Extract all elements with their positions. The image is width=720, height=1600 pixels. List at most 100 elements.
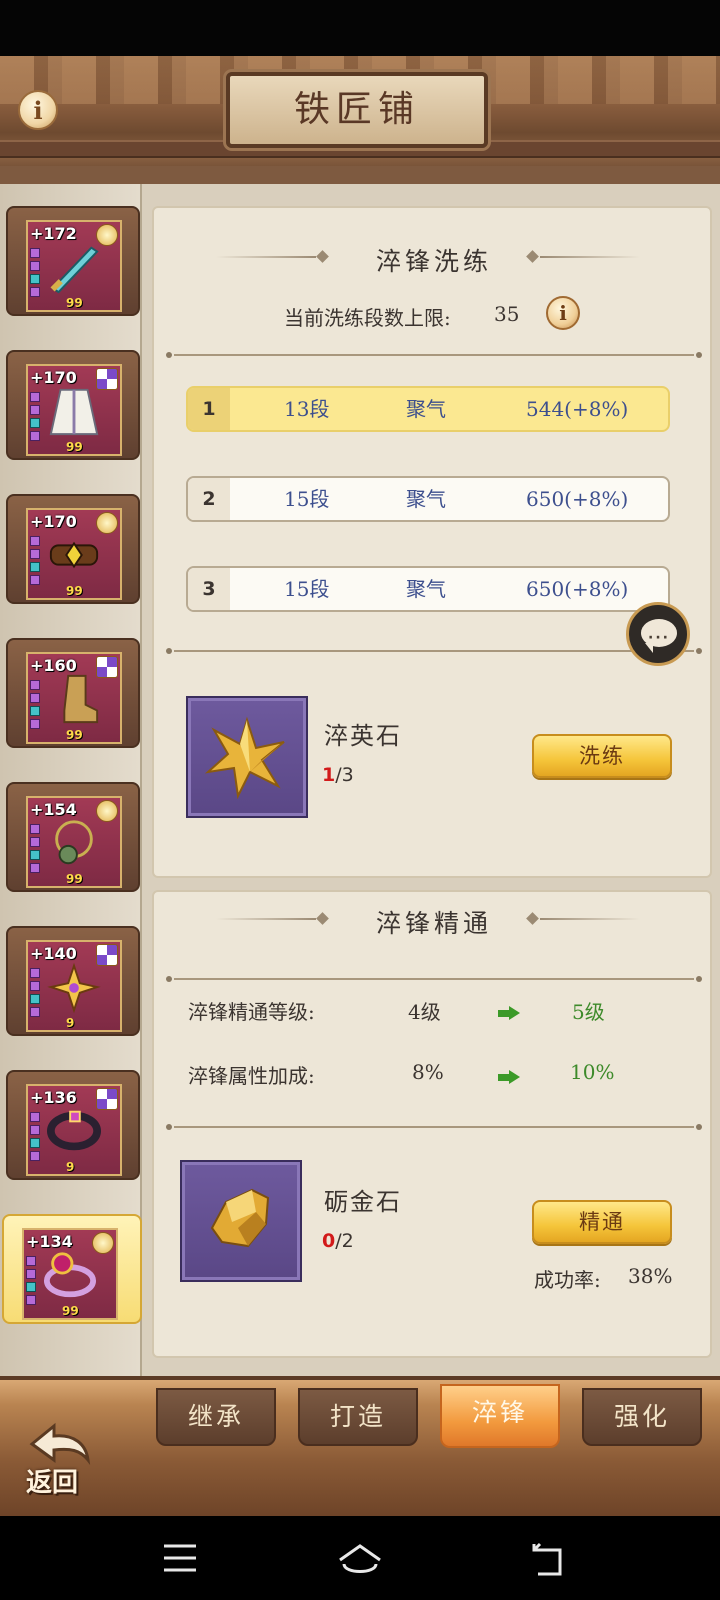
equipment-icon: +154 99: [26, 796, 122, 888]
gem-sockets: [30, 680, 40, 732]
equipment-icon: +140 9: [26, 940, 122, 1032]
equipment-slot-1[interactable]: +172 99: [6, 206, 140, 316]
row-segments: 13段: [284, 397, 330, 421]
info-button[interactable]: i: [18, 90, 58, 130]
refine-row-3[interactable]: 3 15段 聚气 650(+8%): [186, 566, 670, 612]
equipment-level: +160: [30, 656, 77, 675]
success-rate-label: 成功率:: [534, 1268, 601, 1292]
equipment-slot-8[interactable]: +134 99: [2, 1214, 142, 1324]
mastery-material-name: 砺金石: [324, 1188, 402, 1216]
arrow-right-icon: [498, 1006, 520, 1020]
gem-badge-icon: [96, 944, 118, 966]
refine-panel: 淬锋洗练 当前洗练段数上限: 35 i 1 13段 聚气 544(+8%) 2 …: [152, 206, 712, 878]
equipment-level: +136: [30, 1088, 77, 1107]
limit-value: 35: [494, 302, 520, 326]
back-label: 返回: [26, 1468, 79, 1498]
refine-row-2[interactable]: 2 15段 聚气 650(+8%): [186, 476, 670, 522]
refine-row-1[interactable]: 1 13段 聚气 544(+8%): [186, 386, 670, 432]
gem-badge-icon: [96, 1088, 118, 1110]
tab-temper[interactable]: 淬锋: [440, 1384, 560, 1448]
row-number: 3: [188, 568, 230, 610]
equipment-slot-3[interactable]: +170 99: [6, 494, 140, 604]
refine-button[interactable]: 洗练: [532, 734, 672, 778]
gem-sockets: [30, 1112, 40, 1164]
equipment-icon: +160 99: [26, 652, 122, 744]
menu-icon[interactable]: [156, 1534, 204, 1582]
equipment-slot-4[interactable]: +160 99: [6, 638, 140, 748]
refine-material-have: 1: [322, 764, 336, 786]
divider: [166, 976, 702, 982]
gem-badge-icon: [96, 656, 118, 678]
ring-icon: [43, 1252, 97, 1298]
gem-sockets: [30, 968, 40, 1020]
mastery-material-need: /2: [335, 1230, 354, 1252]
row-value: 650(+8%): [526, 577, 629, 601]
tab-enhance[interactable]: 强化: [582, 1388, 702, 1446]
mastery-bonus-from: 8%: [412, 1060, 444, 1084]
success-rate-value: 38%: [628, 1264, 673, 1288]
row-value: 544(+8%): [526, 397, 629, 421]
boots-icon: [63, 674, 99, 724]
row-value: 650(+8%): [526, 487, 629, 511]
mastery-material-have: 0: [322, 1230, 336, 1252]
star-badge-icon: [96, 800, 118, 822]
title-plaque: 铁匠铺: [226, 72, 488, 148]
gem-sockets: [26, 1256, 36, 1308]
chat-dots-icon: ···: [648, 630, 670, 646]
ore-item-icon[interactable]: [180, 1160, 302, 1282]
equipment-count: 99: [66, 584, 83, 598]
title-deco-right: [540, 256, 640, 258]
tab-inherit[interactable]: 继承: [156, 1388, 276, 1446]
robe-icon: [49, 388, 99, 436]
row-segments: 15段: [284, 487, 330, 511]
equipment-icon: +170 99: [26, 508, 122, 600]
gem-badge-icon: [96, 368, 118, 390]
row-attr: 聚气: [406, 487, 446, 511]
crystal-item-icon[interactable]: [186, 696, 308, 818]
mastery-title: 淬锋精通: [375, 909, 492, 938]
divider: [166, 352, 702, 358]
equipment-count: 99: [66, 440, 83, 454]
home-icon[interactable]: [336, 1534, 384, 1582]
mastery-level-to: 5级: [572, 1000, 605, 1024]
limit-label: 当前洗练段数上限:: [284, 306, 451, 330]
equipment-count: 9: [66, 1016, 75, 1030]
refine-material-name: 淬英石: [324, 722, 402, 750]
row-segments: 15段: [284, 577, 330, 601]
title-deco-left: [216, 256, 316, 258]
gem-sockets: [30, 392, 40, 444]
mastery-level-from: 4级: [408, 1000, 441, 1024]
chat-button[interactable]: ···: [626, 602, 690, 666]
back-nav-icon[interactable]: [526, 1534, 574, 1582]
divider: [166, 648, 702, 654]
equipment-slot-7[interactable]: +136 9: [6, 1070, 140, 1180]
row-number: 2: [188, 478, 230, 520]
page-title: 铁匠铺: [293, 89, 420, 130]
equipment-slot-5[interactable]: +154 99: [6, 782, 140, 892]
gem-sockets: [30, 248, 40, 300]
equipment-count: 99: [62, 1304, 79, 1318]
mastery-button[interactable]: 精通: [532, 1200, 672, 1244]
equipment-icon: +134 99: [22, 1228, 118, 1320]
back-arrow-icon: [29, 1422, 91, 1466]
back-button[interactable]: 返回: [18, 1420, 98, 1500]
equipment-level: +170: [30, 368, 77, 387]
title-deco-left: [216, 918, 316, 920]
equipment-level: +140: [30, 944, 77, 963]
equipment-icon: +172 99: [26, 220, 122, 312]
star-badge-icon: [96, 224, 118, 246]
equipment-count: 99: [66, 296, 83, 310]
gem-sockets: [30, 536, 40, 588]
equipment-count: 99: [66, 728, 83, 742]
tab-forge[interactable]: 打造: [298, 1388, 418, 1446]
equipment-level: +170: [30, 512, 77, 531]
belt-icon: [49, 541, 99, 569]
equipment-slot-6[interactable]: +140 9: [6, 926, 140, 1036]
bracelet-icon: [47, 1110, 101, 1151]
refine-title: 淬锋洗练: [375, 247, 492, 276]
limit-info-icon[interactable]: i: [546, 296, 580, 330]
equipment-icon: +170 99: [26, 364, 122, 456]
equipment-slot-2[interactable]: +170 99: [6, 350, 140, 460]
mastery-level-label: 淬锋精通等级:: [188, 1000, 315, 1024]
info-icon: i: [33, 95, 43, 125]
